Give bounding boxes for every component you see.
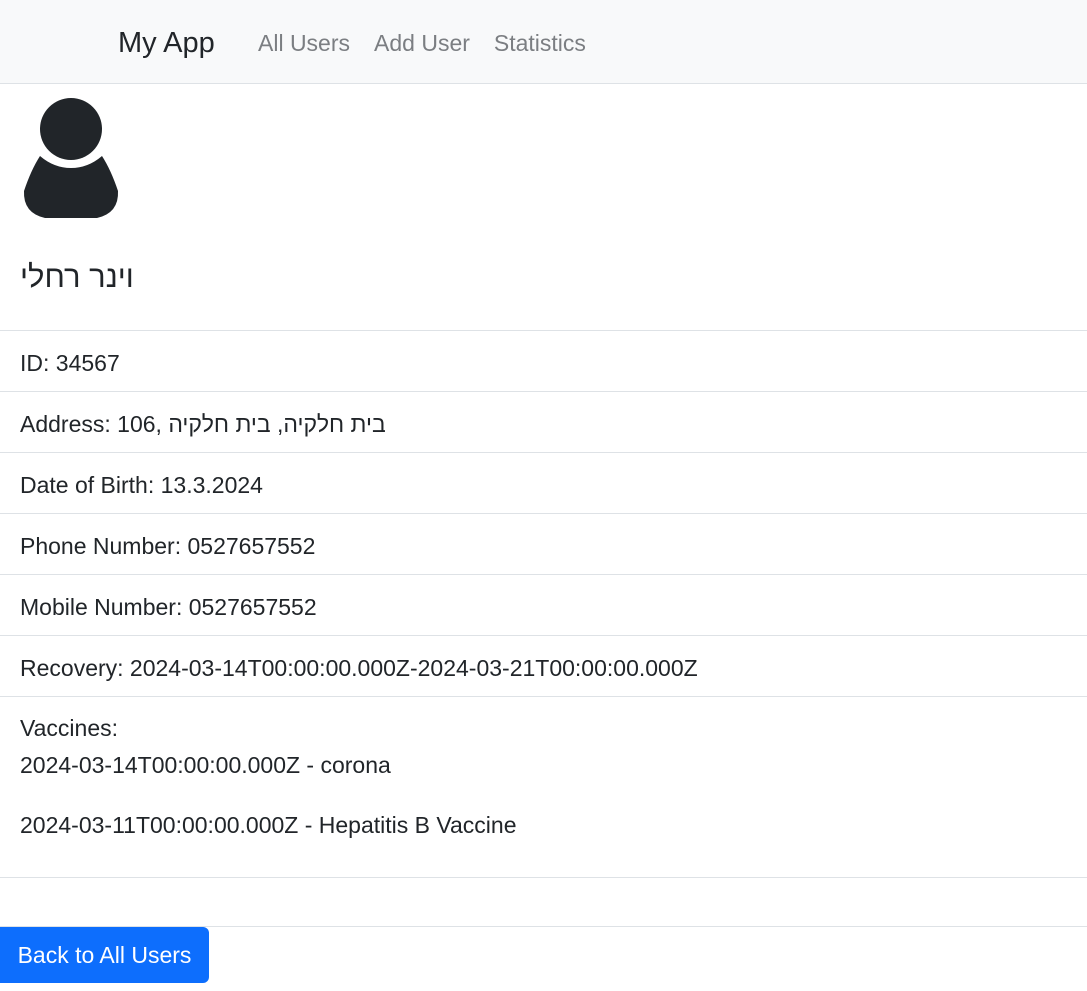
user-name: וינר רחלי bbox=[20, 259, 134, 294]
divider bbox=[0, 391, 1087, 392]
nav-link-add-user[interactable]: Add User bbox=[374, 30, 470, 57]
divider bbox=[0, 877, 1087, 878]
user-dob: Date of Birth: 13.3.2024 bbox=[20, 472, 263, 498]
divider bbox=[0, 696, 1087, 697]
vaccines-label: Vaccines: bbox=[20, 715, 119, 741]
nav-link-statistics[interactable]: Statistics bbox=[494, 30, 586, 57]
user-phone: Phone Number: 0527657552 bbox=[20, 533, 316, 559]
divider bbox=[0, 330, 1087, 331]
user-recovery: Recovery: 2024-03-14T00:00:00.000Z-2024-… bbox=[20, 655, 698, 681]
user-mobile: Mobile Number: 0527657552 bbox=[20, 594, 317, 620]
navbar: My App All Users Add User Statistics bbox=[0, 0, 1087, 84]
divider bbox=[0, 574, 1087, 575]
user-icon bbox=[23, 98, 119, 218]
brand-link[interactable]: My App bbox=[118, 25, 215, 61]
nav-links: All Users Add User Statistics bbox=[258, 30, 586, 57]
vaccine-item: 2024-03-14T00:00:00.000Z - corona bbox=[20, 752, 391, 778]
nav-link-all-users[interactable]: All Users bbox=[258, 30, 350, 57]
divider bbox=[0, 513, 1087, 514]
divider bbox=[0, 452, 1087, 453]
vaccine-item: 2024-03-11T00:00:00.000Z - Hepatitis B V… bbox=[20, 812, 517, 838]
user-id: ID: 34567 bbox=[20, 350, 120, 376]
divider bbox=[0, 635, 1087, 636]
user-address: Address: 106, בית חלקיה, בית חלקיה bbox=[20, 411, 386, 437]
back-to-all-users-button[interactable]: Back to All Users bbox=[0, 927, 209, 983]
